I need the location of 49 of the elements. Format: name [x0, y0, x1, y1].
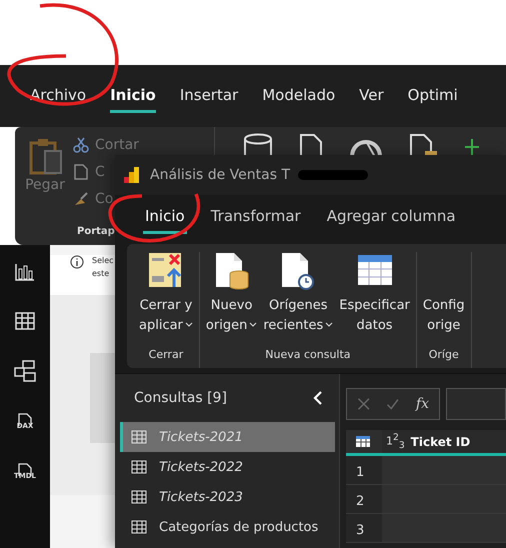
- ribbon-button[interactable]: Especificar datos: [339, 252, 410, 346]
- query-item[interactable]: Tickets-2023: [120, 482, 335, 512]
- close-apply-icon: [148, 252, 184, 290]
- group-label: Oríge: [428, 348, 459, 361]
- menu-tab[interactable]: Optimi: [408, 80, 458, 112]
- info-icon: [70, 255, 84, 269]
- document-clock-icon: [280, 252, 316, 290]
- row-number: 2: [346, 485, 382, 513]
- ribbon-button[interactable]: Orígenes recientes: [263, 252, 334, 346]
- ribbon-button[interactable]: Config orige: [422, 252, 465, 346]
- group-label: Nueva consulta: [265, 348, 351, 361]
- group-label: Cerrar: [148, 348, 184, 361]
- column-header[interactable]: 1$^{2}$$_{3}$ Ticket ID: [382, 430, 506, 453]
- collapse-icon[interactable]: [313, 391, 323, 405]
- ribbon-button[interactable]: Nuevo origen: [206, 252, 258, 346]
- table-icon: [131, 460, 147, 474]
- window-title: Análisis de Ventas T: [150, 167, 290, 183]
- document-icon: [73, 163, 89, 181]
- row-number: 1: [346, 456, 382, 484]
- group-label: Portap: [77, 226, 115, 237]
- row-number: 3: [346, 514, 382, 542]
- table-icon: [131, 490, 147, 504]
- pane-title: Consultas [9]: [134, 390, 227, 406]
- table-menu-button[interactable]: [346, 430, 382, 453]
- table-icon: [131, 520, 147, 534]
- query-item[interactable]: Tickets-2021: [120, 422, 335, 452]
- menu-tab[interactable]: Ver: [359, 80, 384, 112]
- info-text: Selec este: [92, 255, 114, 280]
- query-item[interactable]: Tickets-2022: [120, 452, 335, 482]
- brush-icon: [73, 191, 89, 207]
- table-icon[interactable]: [15, 312, 35, 330]
- ribbon-tab[interactable]: Inicio: [143, 200, 187, 234]
- menu-tab[interactable]: Archivo: [30, 80, 86, 112]
- model-icon[interactable]: [14, 360, 36, 382]
- table-icon: [356, 436, 372, 448]
- menu-tab[interactable]: Inicio: [110, 80, 156, 112]
- ribbon-tab[interactable]: Agregar columna: [324, 200, 458, 234]
- ribbon-tab[interactable]: Transformar: [208, 200, 303, 234]
- document-database-icon: [214, 252, 250, 290]
- ribbon-button[interactable]: Cerrar y aplicar: [139, 252, 193, 346]
- table-icon: [131, 430, 147, 444]
- menu-tab[interactable]: Modelado: [262, 80, 336, 112]
- menu-tab[interactable]: Insertar: [180, 80, 238, 112]
- query-item[interactable]: Categorías de productos: [120, 512, 335, 542]
- app-logo-icon: [124, 166, 140, 184]
- function-button[interactable]: fx: [416, 396, 429, 412]
- scissors-icon: [73, 137, 89, 153]
- report-icon[interactable]: [15, 264, 34, 281]
- formula-field[interactable]: [446, 388, 506, 420]
